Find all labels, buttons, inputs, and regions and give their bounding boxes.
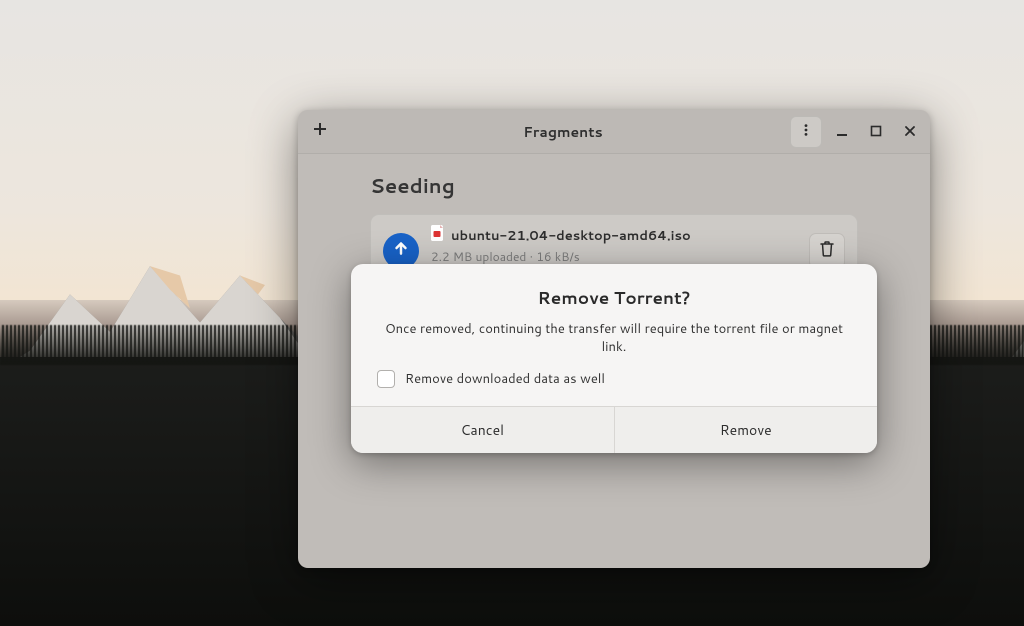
cancel-button[interactable]: Cancel [351, 407, 615, 453]
dialog-actions: Cancel Remove [351, 406, 877, 453]
dialog-message: Once removed, continuing the transfer wi… [377, 320, 851, 356]
desktop-wallpaper: Fragments [0, 0, 1024, 626]
remove-data-checkbox[interactable] [377, 370, 395, 388]
dialog-title: Remove Torrent? [377, 286, 851, 310]
remove-dialog: Remove Torrent? Once removed, continuing… [351, 264, 877, 453]
remove-data-checkbox-label: Remove downloaded data as well [405, 370, 605, 388]
remove-button[interactable]: Remove [615, 407, 878, 453]
remove-data-checkbox-row[interactable]: Remove downloaded data as well [377, 370, 851, 388]
